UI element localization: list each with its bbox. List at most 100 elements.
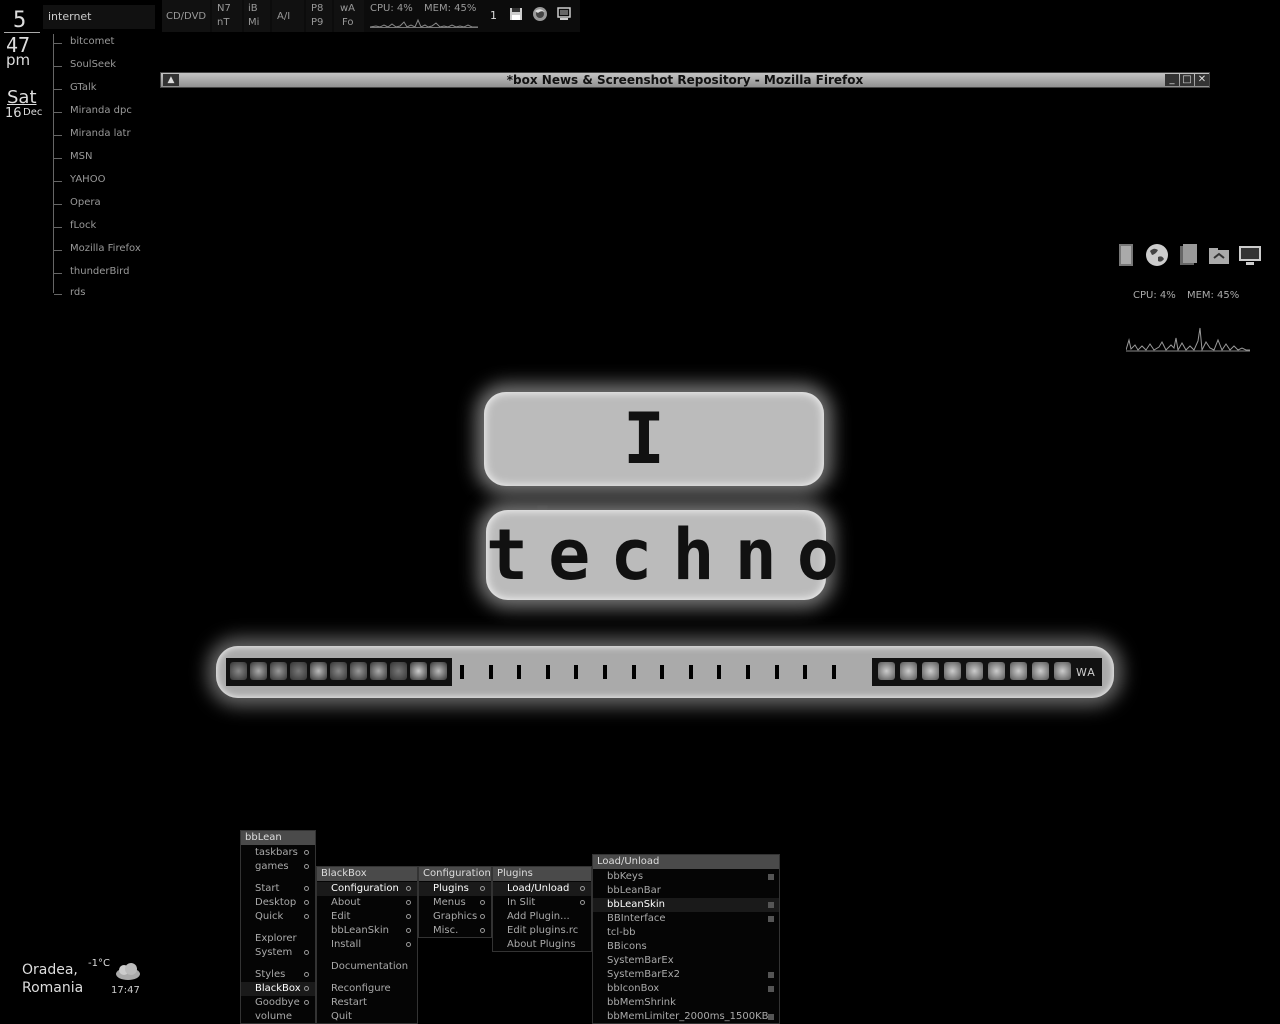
dock-taskbar-slot[interactable] <box>574 665 579 679</box>
menu-item[interactable]: About Plugins <box>493 938 591 952</box>
menu-item[interactable]: bbLeanSkin <box>317 924 417 938</box>
menu-item[interactable]: Quick <box>241 910 315 924</box>
ball-icon[interactable] <box>410 662 427 680</box>
menu-item[interactable]: Menus <box>419 896 491 910</box>
tray-cell-3[interactable]: A/I <box>272 0 304 32</box>
dock-taskbar-slot[interactable] <box>803 665 808 679</box>
menu-item[interactable]: Install <box>317 938 417 952</box>
tree-item[interactable]: GTalk <box>54 82 156 96</box>
dock-taskbar-slot[interactable] <box>603 665 607 679</box>
grid-icon[interactable] <box>430 662 447 680</box>
menu-item[interactable]: Restart <box>317 996 417 1010</box>
drive-icon[interactable] <box>1113 242 1139 268</box>
tree-item[interactable]: thunderBird <box>54 266 156 280</box>
dock-taskbar-slot[interactable] <box>460 665 464 679</box>
tree-item[interactable]: Opera <box>54 197 156 211</box>
menu-item[interactable]: bbMemLimiter_2000ms_1500KB <box>593 1010 779 1024</box>
tree-item[interactable]: rds <box>54 287 156 301</box>
menu-item[interactable]: Graphics <box>419 910 491 924</box>
menu-item[interactable]: SystemBarEx2 <box>593 968 779 982</box>
tree-item[interactable]: fLock <box>54 220 156 234</box>
menu-item[interactable]: tcl-bb <box>593 926 779 940</box>
menu-item[interactable]: About <box>317 896 417 910</box>
tree-item[interactable]: Miranda latr <box>54 128 156 142</box>
menu-item[interactable]: Edit plugins.rc <box>493 924 591 938</box>
dock-taskbar-slot[interactable] <box>688 665 693 679</box>
dock-taskbar-slot[interactable] <box>717 665 722 679</box>
tree-item[interactable]: Miranda dpc <box>54 105 156 119</box>
alien-icon[interactable] <box>350 662 367 680</box>
menu-item[interactable]: Load/Unload <box>493 882 591 896</box>
menu-item[interactable]: bbLeanSkin <box>593 898 779 912</box>
tree-item[interactable]: SoulSeek <box>54 59 156 73</box>
menu-item[interactable]: SystemBarEx <box>593 954 779 968</box>
network-folder-icon[interactable] <box>1206 242 1232 268</box>
menu-item[interactable]: games <box>241 860 315 874</box>
dock-taskbar-slot[interactable] <box>660 665 665 679</box>
box-icon[interactable] <box>1010 662 1027 680</box>
swirl-icon[interactable] <box>900 662 917 680</box>
tray-cell-2[interactable]: iB Mi <box>244 0 270 32</box>
menu-item[interactable]: Plugins <box>419 882 491 896</box>
skull-icon[interactable] <box>944 662 961 680</box>
dock-taskbar-slot[interactable] <box>746 665 750 679</box>
menu-item[interactable]: Misc. <box>419 924 491 938</box>
tree-item[interactable]: bitcomet <box>54 36 156 50</box>
menu-item[interactable]: BBInterface <box>593 912 779 926</box>
tray-cell-5[interactable]: wA Fo <box>334 0 364 32</box>
menu-item[interactable]: volume <box>241 1010 315 1024</box>
firefox-icon[interactable] <box>532 6 548 22</box>
media-icon[interactable] <box>290 662 307 680</box>
desktop-monitor-icon[interactable] <box>1237 242 1263 268</box>
menu-item[interactable]: Edit <box>317 910 417 924</box>
user-icon[interactable] <box>370 662 387 680</box>
window-titlebar[interactable]: ▲ *box News & Screenshot Repository - Mo… <box>160 72 1210 88</box>
gear-icon[interactable] <box>966 662 983 680</box>
tray-cell-4[interactable]: P8 P9 <box>306 0 332 32</box>
eye-icon[interactable] <box>1032 662 1049 680</box>
menu-item[interactable]: bbMemShrink <box>593 996 779 1010</box>
menu-item[interactable]: In Slit <box>493 896 591 910</box>
menu-item[interactable]: Reconfigure <box>317 982 417 996</box>
menu-item[interactable]: BBicons <box>593 940 779 954</box>
menu-item[interactable]: Start <box>241 882 315 896</box>
monitor-icon[interactable] <box>556 6 572 22</box>
figure-icon[interactable] <box>988 662 1005 680</box>
diamond-icon[interactable] <box>922 662 939 680</box>
dock-taskbar-slot[interactable] <box>831 665 836 679</box>
power-icon[interactable] <box>310 662 327 680</box>
menu-item[interactable]: bbLeanBar <box>593 884 779 898</box>
menu-item[interactable]: bbIconBox <box>593 982 779 996</box>
dock-taskbar-slot[interactable] <box>774 665 779 679</box>
firefox-dock-icon[interactable] <box>270 662 287 680</box>
disc-icon[interactable] <box>250 662 267 680</box>
doc-icon[interactable] <box>878 662 895 680</box>
dock-taskbar-slot[interactable] <box>545 665 550 679</box>
menu-item[interactable]: Documentation <box>317 960 417 974</box>
dock-taskbar-slot[interactable] <box>517 665 522 679</box>
speaker-icon[interactable] <box>230 662 247 680</box>
globe-icon[interactable] <box>1144 242 1170 268</box>
dock-taskbar-slot[interactable] <box>631 665 636 679</box>
close-button[interactable]: ✕ <box>1195 74 1209 86</box>
menu-item[interactable]: Styles <box>241 968 315 982</box>
maximize-button[interactable]: □ <box>1180 74 1194 86</box>
tray-cell-1[interactable]: N7 nT <box>212 0 242 32</box>
menu-item[interactable]: Quit <box>317 1010 417 1024</box>
tree-root-internet[interactable]: internet <box>43 5 155 29</box>
menu-item[interactable]: taskbars <box>241 846 315 860</box>
folder-icon[interactable] <box>330 662 347 680</box>
eye2-icon[interactable] <box>1054 662 1071 680</box>
menu-item[interactable]: Configuration <box>317 882 417 896</box>
menu-item[interactable]: BlackBox <box>241 982 315 996</box>
menu-item[interactable]: Add Plugin... <box>493 910 591 924</box>
smiley-icon[interactable] <box>390 662 407 680</box>
tree-item[interactable]: MSN <box>54 151 156 165</box>
floppy-icon[interactable] <box>508 6 524 22</box>
menu-item[interactable]: Goodbye <box>241 996 315 1010</box>
document-icon[interactable] <box>1175 242 1201 268</box>
dock-wa-label[interactable]: WA <box>1076 666 1096 679</box>
dock-taskbar-slot[interactable] <box>488 665 493 679</box>
menu-item[interactable]: bbKeys <box>593 870 779 884</box>
tree-item[interactable]: YAHOO <box>54 174 156 188</box>
